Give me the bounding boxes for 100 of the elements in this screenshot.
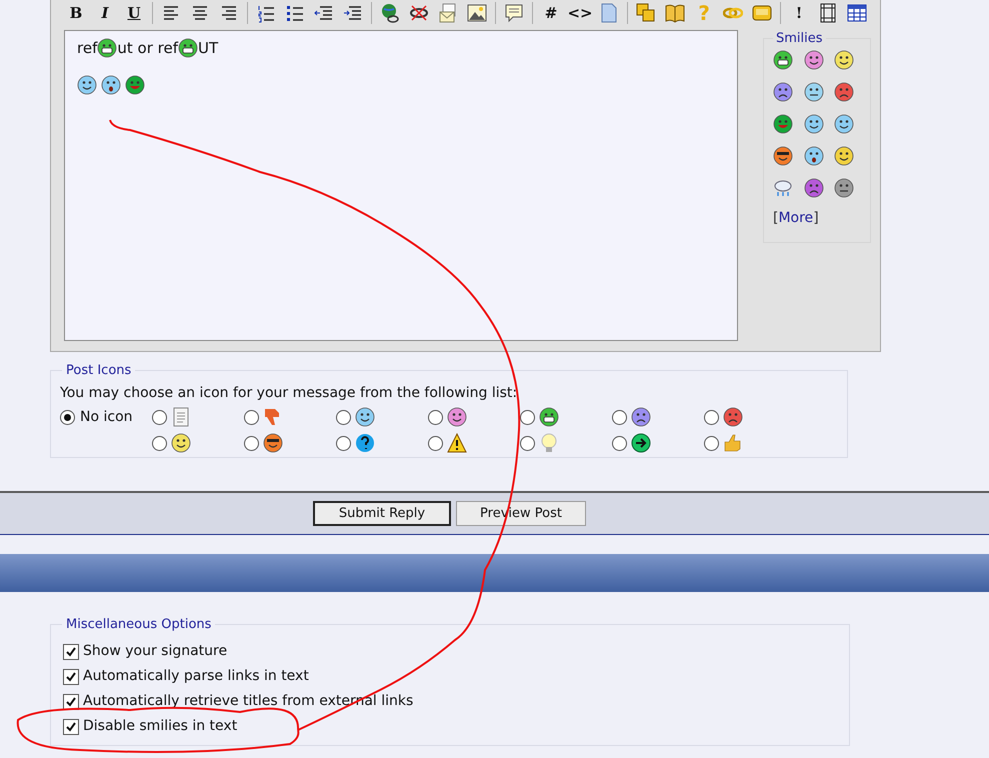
smiley-button[interactable] (802, 49, 825, 71)
numbered-list-icon (256, 3, 276, 23)
toolbar-button[interactable] (465, 2, 489, 24)
smiley-button[interactable] (772, 49, 794, 71)
wink-smiley-icon (77, 75, 97, 95)
film-strip-icon (818, 3, 838, 23)
wink-smiley-icon (355, 407, 375, 427)
neutral-smiley-icon (834, 178, 854, 198)
checkbox[interactable] (63, 694, 79, 710)
smiley-button[interactable] (833, 145, 856, 167)
toolbar-button[interactable] (845, 2, 869, 24)
radio-button[interactable] (336, 410, 351, 424)
bullet-list-icon (285, 3, 305, 23)
toolbar-button[interactable]: ! (787, 2, 811, 24)
shocked-smiley-icon (101, 75, 121, 95)
radio-button[interactable] (152, 410, 167, 424)
smileys-icon (834, 146, 854, 166)
option-label: Disable smilies in text (83, 717, 238, 736)
shocked-smiley-icon (804, 146, 824, 166)
radio-button[interactable] (152, 436, 167, 450)
smiley-button[interactable] (802, 113, 825, 135)
grin-smiley-icon (773, 50, 793, 70)
question-icon (355, 433, 375, 453)
angry-smiley-icon (723, 407, 743, 427)
checkbox[interactable] (63, 644, 79, 660)
smiley-button[interactable] (833, 81, 856, 103)
confused-smiley-icon (804, 82, 824, 102)
grin-smiley-icon (97, 38, 118, 58)
card-icon (752, 3, 772, 23)
no-icon-label: No icon (80, 408, 133, 426)
checkbox[interactable] (63, 718, 79, 734)
quote-icon (504, 3, 524, 23)
radio-button[interactable] (704, 410, 719, 424)
toolbar-button[interactable]: # (539, 2, 563, 24)
smiley-button[interactable] (772, 113, 794, 135)
radio-button[interactable] (336, 436, 351, 450)
thumbs-up-icon (723, 433, 743, 453)
sunglasses-smiley-icon (263, 433, 283, 453)
radio-button[interactable] (520, 410, 535, 424)
book-icon (665, 3, 685, 23)
smiley-button[interactable] (833, 49, 856, 71)
angry-smiley-icon (834, 82, 854, 102)
radio-button[interactable] (244, 436, 259, 450)
unlink-icon (409, 3, 429, 23)
sad-smiley-icon (631, 407, 651, 427)
sad-smiley-icon (773, 82, 793, 102)
toolbar-button[interactable]: B (64, 2, 88, 24)
message-text-area[interactable]: ref ut or ref UT (64, 30, 738, 341)
tongue-smiley-icon (773, 114, 793, 134)
more-link[interactable]: More (778, 208, 814, 229)
toolbar-button[interactable] (663, 2, 687, 24)
tongue-smiley-icon (125, 75, 145, 95)
smiley-button[interactable] (802, 81, 825, 103)
php-file-icon (599, 3, 619, 23)
message-text: UT (198, 38, 218, 59)
smiley-icon (834, 114, 854, 134)
smiley-button[interactable] (802, 145, 825, 167)
radio-button[interactable] (612, 410, 627, 424)
post-icons-prompt: You may choose an icon for your message from the following list: (60, 384, 518, 403)
table-icon (847, 3, 867, 23)
radio-button[interactable] (704, 436, 719, 450)
radio-button[interactable] (60, 410, 75, 424)
rain-cloud-icon (773, 178, 793, 198)
smiley-button[interactable] (772, 145, 794, 167)
envelope-icon (438, 3, 458, 23)
smiley-button[interactable] (833, 113, 856, 135)
smiley-button[interactable] (772, 81, 794, 103)
document-icon (171, 407, 191, 427)
radio-button[interactable] (244, 410, 259, 424)
grin-smiley-icon (539, 407, 559, 427)
message-text: ref (77, 38, 98, 59)
grin-smiley-icon (178, 38, 198, 58)
smiley-icon (447, 407, 467, 427)
option-label: Show your signature (83, 642, 228, 661)
smiley-button[interactable] (833, 177, 856, 199)
smiley-icon (804, 50, 824, 70)
smiley-icon (804, 178, 824, 198)
toolbar-button[interactable]: I (93, 2, 117, 24)
checkbox[interactable] (63, 668, 79, 684)
light-bulb-icon (539, 433, 559, 453)
option-label: Automatically parse links in text (83, 667, 309, 686)
submit-reply-button[interactable]: Submit Reply (313, 501, 451, 526)
smiley-icon (171, 433, 191, 453)
smiley-icon (834, 50, 854, 70)
radio-button[interactable] (428, 436, 443, 450)
toolbar-button[interactable]: <> (568, 2, 592, 24)
bracket: ] (813, 209, 819, 228)
sunglasses-smiley-icon (773, 146, 793, 166)
warning-icon (447, 433, 467, 453)
bracket: [ (773, 209, 778, 228)
squares-icon (636, 3, 656, 23)
globe-link-icon (380, 3, 400, 23)
message-text: ut or ref (117, 38, 178, 59)
radio-button[interactable] (520, 436, 535, 450)
toolbar-button[interactable]: U (122, 2, 146, 24)
radio-button[interactable] (428, 410, 443, 424)
image-icon (467, 3, 487, 23)
wink-smiley-icon (804, 114, 824, 134)
radio-button[interactable] (612, 436, 627, 450)
smiley-button[interactable] (802, 177, 825, 199)
